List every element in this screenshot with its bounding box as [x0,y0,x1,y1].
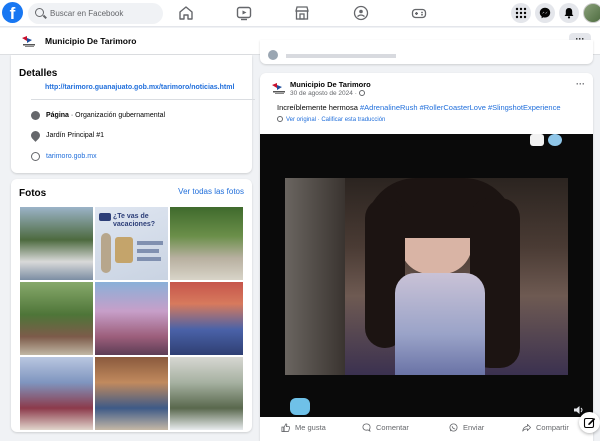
emoji-sticker-icon [548,134,562,146]
post-body-text: Increíblemente hermosa #AdrenalineRush #… [277,103,561,112]
facebook-logo-letter: f [9,4,16,23]
gaming-icon[interactable] [411,5,427,21]
top-navigation-bar: f [0,0,600,27]
new-message-button[interactable] [579,412,600,433]
share-label: Compartir [536,423,569,432]
website-link[interactable]: tarimoro.gob.mx [46,153,97,160]
info-icon [31,111,40,120]
comment-label: Comentar [376,423,409,432]
translate-icon [277,116,283,122]
groups-icon[interactable] [353,5,369,21]
post-author-avatar[interactable] [270,82,288,95]
like-label: Me gusta [295,423,326,432]
website-full-link[interactable]: http://tarimoro.guanajuato.gob.mx/tarimo… [45,84,234,91]
video-player[interactable] [260,134,593,417]
compose-icon [583,417,596,429]
photos-title: Fotos [19,188,47,199]
share-button[interactable]: Compartir [522,423,569,435]
globe-icon [31,152,40,161]
whatsapp-icon [449,423,458,432]
comment-button[interactable]: Comentar [362,423,409,435]
photo-thumbnail[interactable] [20,357,93,430]
details-divider [31,99,255,100]
search-box[interactable] [28,3,163,24]
search-icon [35,8,44,17]
search-input[interactable] [50,3,160,24]
facebook-logo[interactable]: f [2,2,23,23]
post-hashtags[interactable]: #AdrenalineRush #RollerCoasterLove #Slin… [360,103,561,112]
photo-thumbnail[interactable] [20,282,93,355]
photo-thumbnail[interactable] [95,357,168,430]
category-value: · Organización gubernamental [68,112,166,119]
post-date[interactable]: 30 de agosto de 2024 · [290,90,365,97]
like-icon [281,423,291,432]
photo-thumbnail[interactable]: ¿Te vas de vacaciones? [95,207,168,280]
bell-icon[interactable] [559,3,579,23]
photo-thumbnail[interactable] [170,207,243,280]
send-button[interactable]: Enviar [449,423,484,435]
post-text-plain: Increíblemente hermosa [277,103,360,112]
photo-thumbnail[interactable] [170,282,243,355]
like-button[interactable]: Me gusta [281,423,326,435]
menu-grid-icon[interactable] [511,3,531,23]
user-avatar[interactable] [583,3,600,23]
photos-card: Fotos Ver todas las fotos ¿Te vas de vac… [11,179,252,432]
translation-text: Ver original · Calificar esta traducción [286,117,386,123]
photo-thumbnail[interactable] [20,207,93,280]
emoji-sticker-icon [290,398,310,415]
see-all-photos-link[interactable]: Ver todas las fotos [178,187,244,196]
category-label: Página [46,112,69,119]
home-icon[interactable] [178,5,194,21]
details-card: Detalles http://tarimoro.guanajuato.gob.… [11,55,255,173]
address-text: Jardín Principal #1 [46,132,104,139]
send-label: Enviar [463,423,485,432]
location-icon [29,129,42,142]
photo-thumbnail[interactable] [170,357,243,430]
previous-post-sliver [260,40,593,64]
emoji-sticker-icon [530,134,544,146]
page-logo-icon [20,35,38,48]
share-icon [522,423,531,432]
photo-thumbnail[interactable] [95,282,168,355]
post-options-button[interactable]: ··· [576,79,585,89]
marketplace-icon[interactable] [294,5,310,21]
details-title: Detalles [19,68,58,79]
photo-tile-caption: ¿Te vas de vacaciones? [113,213,156,228]
post-date-text: 30 de agosto de 2024 · [290,90,359,97]
volume-icon[interactable] [573,402,585,414]
post-card: Municipio De Tarimoro 30 de agosto de 20… [260,73,593,441]
public-globe-icon [358,90,365,96]
post-author-name[interactable]: Municipio De Tarimoro [290,80,371,89]
comment-icon [362,423,371,432]
translation-links[interactable]: Ver original · Calificar esta traducción [277,116,385,123]
page-title[interactable]: Municipio De Tarimoro [45,36,136,46]
video-icon[interactable] [236,5,252,21]
video-frame [285,178,568,375]
messenger-icon[interactable] [535,3,555,23]
